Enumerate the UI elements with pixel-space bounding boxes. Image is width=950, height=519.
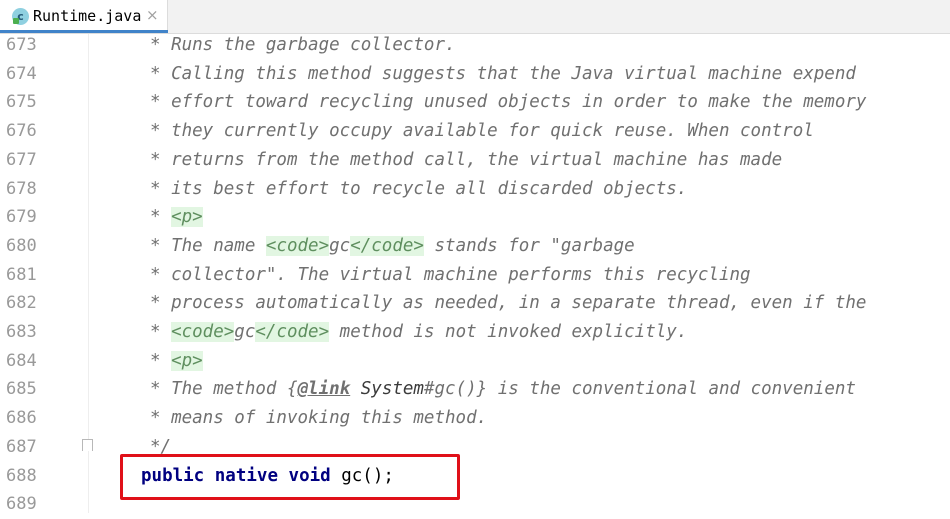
html-tag: </code> — [255, 322, 330, 342]
tab-runtime-java[interactable]: c Runtime.java × — [0, 0, 168, 33]
line-number: 682 — [6, 293, 37, 314]
red-highlight-box — [120, 454, 460, 500]
code-line-682[interactable]: * process automatically as needed, in a … — [150, 289, 866, 318]
line-number: 686 — [6, 408, 37, 429]
line-number: 680 — [6, 235, 37, 256]
line-number: 687 — [6, 436, 37, 457]
comment-text: The name — [171, 235, 266, 256]
html-tag: <p> — [171, 350, 203, 371]
line-number: 683 — [6, 322, 37, 342]
line-number: 674 — [6, 63, 37, 84]
code-line-678[interactable]: * its best effort to recycle all discard… — [150, 175, 687, 204]
html-tag: <code> — [265, 235, 330, 256]
tab-label: Runtime.java — [33, 7, 142, 25]
html-tag: <code> — [171, 322, 235, 342]
line-number: 675 — [6, 92, 37, 113]
javadoc-link-reference[interactable]: System — [361, 379, 424, 399]
comment-star: * — [150, 207, 172, 228]
code-line-673[interactable]: * Runs the garbage collector. — [150, 31, 456, 60]
code-line-675[interactable]: * effort toward recycling unused objects… — [150, 88, 866, 117]
line-number: 678 — [6, 178, 37, 199]
comment-text: method is not invoked explicitly. — [329, 322, 688, 342]
comment-star: * — [150, 350, 172, 371]
comment-star: * — [150, 322, 172, 342]
line-number: 679 — [6, 207, 37, 228]
comment-text: The method { — [171, 379, 298, 400]
line-number: 684 — [6, 350, 37, 371]
code-line-684[interactable]: * <p> — [150, 347, 203, 376]
javadoc-link-tag: @link — [297, 379, 351, 400]
code-line-676[interactable]: * they currently occupy available for qu… — [150, 117, 814, 146]
line-number: 685 — [6, 379, 37, 400]
code-line-686[interactable]: * means of invoking this method. — [150, 404, 487, 433]
line-number: 677 — [6, 149, 37, 170]
code-line-681[interactable]: * collector". The virtual machine perfor… — [150, 261, 751, 290]
line-number: 673 — [6, 35, 37, 55]
comment-space — [350, 379, 361, 399]
fold-icon[interactable] — [82, 439, 93, 451]
comment-text: #gc()} is the conventional and convenien… — [423, 379, 856, 400]
comment-text: gc — [329, 235, 351, 256]
class-icon: c — [12, 8, 29, 25]
code-line-679[interactable]: * <p> — [150, 203, 203, 232]
line-number: 676 — [6, 121, 37, 142]
line-number: 681 — [6, 264, 37, 285]
code-line-680[interactable]: * The name <code>gc</code> stands for "g… — [150, 232, 635, 261]
code-line-685[interactable]: * The method {@link System#gc()} is the … — [150, 375, 856, 404]
close-icon[interactable]: × — [146, 6, 159, 24]
comment-text: gc — [234, 322, 256, 342]
line-number: 689 — [6, 494, 37, 515]
comment-star: * — [150, 235, 172, 256]
code-line-674[interactable]: * Calling this method suggests that the … — [150, 60, 856, 89]
line-number-gutter: 673 674 675 676 677 678 679 680 681 682 … — [0, 34, 89, 514]
editor-tab-bar: c Runtime.java × — [0, 0, 950, 34]
code-line-683[interactable]: * <code>gc</code> method is not invoked … — [150, 318, 687, 347]
comment-text: stands for "garbage — [423, 235, 635, 256]
comment-star: * — [150, 379, 172, 400]
html-tag: <p> — [171, 207, 203, 228]
line-number: 688 — [6, 465, 37, 486]
html-tag: </code> — [350, 235, 424, 256]
code-line-677[interactable]: * returns from the method call, the virt… — [150, 146, 782, 175]
